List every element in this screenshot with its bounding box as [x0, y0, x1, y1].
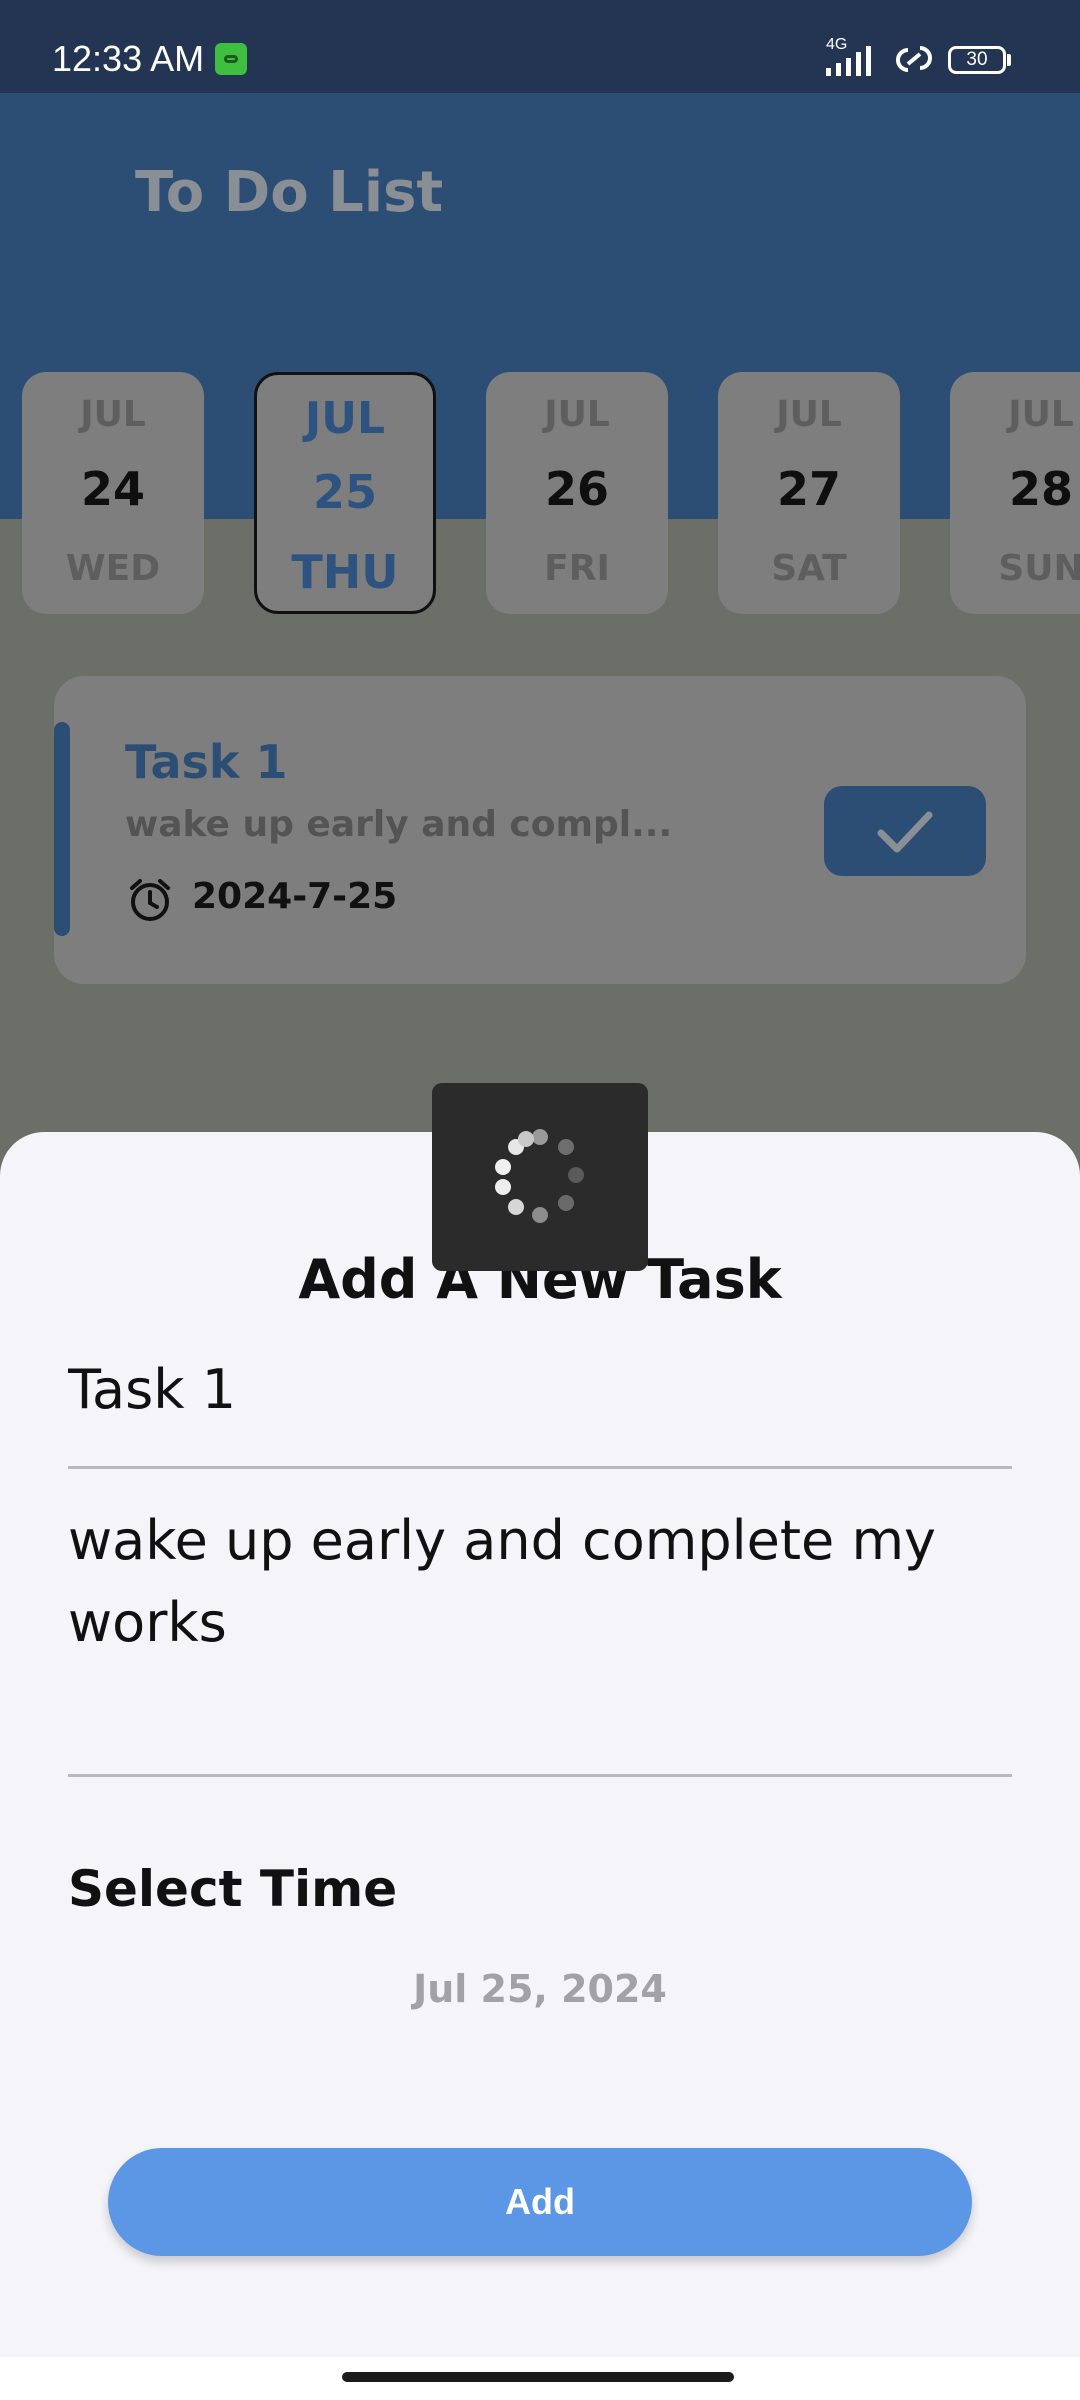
loading-overlay	[432, 1083, 648, 1271]
date-day: 26	[544, 462, 609, 516]
status-time: 12:33 AM	[52, 38, 205, 79]
date-card-28[interactable]: JUL 28 SUN	[950, 372, 1080, 614]
add-button[interactable]: Add	[108, 2148, 972, 2256]
date-month: JUL	[304, 393, 386, 444]
battery-icon: 30	[948, 46, 1006, 74]
date-day: 25	[312, 465, 377, 519]
date-month: JUL	[80, 394, 146, 435]
date-month: JUL	[1008, 394, 1074, 435]
date-month: JUL	[776, 394, 842, 435]
date-card-26[interactable]: JUL 26 FRI	[486, 372, 668, 614]
date-month: JUL	[544, 394, 610, 435]
loading-spinner-icon	[495, 1129, 584, 1223]
date-day: 27	[776, 462, 841, 516]
task-description-input[interactable]: wake up early and complete my works	[68, 1500, 1012, 1660]
link-icon	[896, 46, 932, 72]
task-title: Task 1	[125, 735, 288, 789]
checkmark-icon	[877, 811, 933, 853]
task-accent-bar	[54, 722, 70, 936]
task-title-input[interactable]	[68, 1358, 1012, 1421]
alarm-clock-icon	[130, 879, 170, 921]
complete-task-button[interactable]	[824, 786, 986, 876]
title-input-underline	[68, 1466, 1012, 1469]
date-card-24[interactable]: JUL 24 WED	[22, 372, 204, 614]
signal-icon	[826, 46, 871, 76]
date-day: 28	[1008, 462, 1073, 516]
select-time-label: Select Time	[68, 1860, 398, 1918]
date-day: 24	[80, 462, 145, 516]
date-weekday: FRI	[544, 548, 610, 589]
date-card-25-selected[interactable]: JUL 25 THU	[254, 372, 436, 614]
selected-date[interactable]: Jul 25, 2024	[0, 1967, 1080, 2011]
date-weekday: SAT	[771, 548, 847, 589]
date-weekday: WED	[65, 548, 161, 589]
date-weekday: THU	[291, 545, 399, 599]
description-input-underline	[68, 1774, 1012, 1777]
app-notification-icon	[215, 43, 247, 75]
app-title: To Do List	[135, 160, 444, 225]
home-indicator[interactable]	[342, 2372, 734, 2382]
task-description: wake up early and compl...	[125, 804, 673, 845]
date-card-27[interactable]: JUL 27 SAT	[718, 372, 900, 614]
battery-tip	[1007, 54, 1011, 66]
battery-level: 30	[966, 49, 988, 70]
task-date: 2024-7-25	[192, 876, 398, 917]
date-weekday: SUN	[998, 548, 1080, 589]
